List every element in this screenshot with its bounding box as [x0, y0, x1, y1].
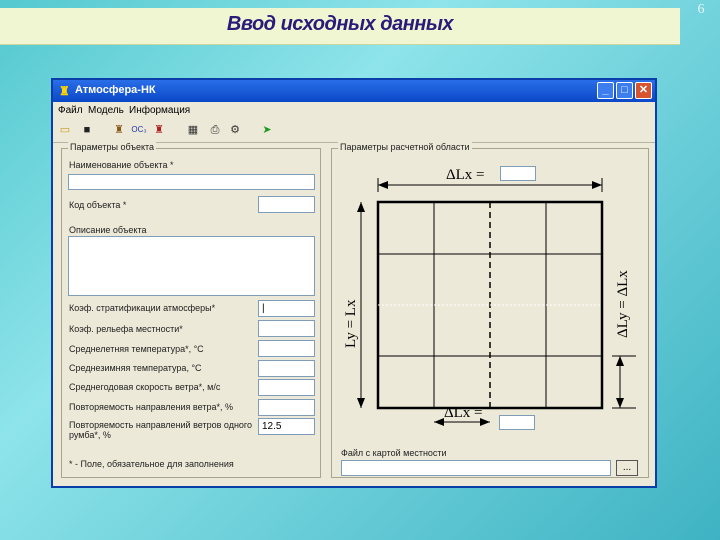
object-name-label: Наименование объекта * [69, 160, 174, 170]
wind-speed-field[interactable] [258, 379, 315, 396]
bottom-dx-field[interactable] [499, 415, 535, 430]
object-code-label: Код объекта * [69, 200, 127, 210]
required-note: * - Поле, обязательное для заполнения [69, 459, 234, 469]
factory-alt-icon[interactable]: ♜ [151, 122, 167, 138]
browse-button[interactable]: ... [616, 460, 638, 476]
window-title: Атмосфера-НК [75, 84, 156, 96]
window-titlebar[interactable]: ♜ Атмосфера-НК _ □ ✕ [53, 80, 655, 102]
menu-bar: Файл Модель Информация [53, 102, 655, 120]
stratification-field[interactable]: | [258, 300, 315, 317]
factory-icon[interactable]: ♜ [111, 122, 127, 138]
calculator-icon[interactable]: ▦ [185, 122, 201, 138]
winter-temp-field[interactable] [258, 360, 315, 377]
object-code-field[interactable] [258, 196, 315, 213]
object-name-field[interactable] [68, 174, 315, 190]
toolbar: ▭ ■ ♜ ОС₃ ♜ ▦ ⎙ ⚙ ➤ [53, 120, 655, 143]
minimize-button[interactable]: _ [597, 82, 614, 99]
close-button[interactable]: ✕ [635, 82, 652, 99]
menu-model[interactable]: Модель [88, 105, 124, 116]
right-dly-label: ΔLy = ΔLx [615, 270, 631, 338]
object-description-label: Описание объекта [69, 225, 147, 235]
relief-label: Коэф. рельефа местности* [69, 324, 183, 334]
open-folder-icon[interactable]: ▭ [57, 122, 73, 138]
map-file-field[interactable] [341, 460, 611, 476]
bottom-dx-label: ΔLx = [444, 405, 483, 421]
top-dx-label: ΔLx = [446, 167, 485, 183]
run-icon[interactable]: ➤ [259, 122, 275, 138]
summer-temp-label: Среднелетняя температура*, °С [69, 344, 204, 354]
app-window: ♜ Атмосфера-НК _ □ ✕ Файл Модель Информа… [51, 78, 657, 488]
slide-title: Ввод исходных данных [226, 13, 454, 35]
wind-direction-field[interactable] [258, 399, 315, 416]
print-icon[interactable]: ⎙ [207, 122, 223, 138]
rumb-repeat-field[interactable]: 12.5 [258, 418, 315, 435]
menu-info[interactable]: Информация [129, 105, 190, 116]
menu-file[interactable]: Файл [58, 105, 83, 116]
relief-field[interactable] [258, 320, 315, 337]
object-params-label: Параметры объекта [68, 142, 157, 152]
summer-temp-field[interactable] [258, 340, 315, 357]
gear-icon[interactable]: ⚙ [227, 122, 243, 138]
wind-speed-label: Среднегодовая скорость ветра*, м/с [69, 382, 221, 392]
wind-direction-label: Повторяемость направления ветра*, % [69, 402, 233, 412]
map-file-label: Файл с картой местности [341, 448, 447, 458]
stratification-label: Коэф. стратификации атмосферы* [69, 303, 216, 313]
top-dx-field[interactable] [500, 166, 536, 181]
calc-area-label: Параметры расчетной области [338, 142, 472, 152]
object-description-field[interactable] [68, 236, 315, 296]
app-icon: ♜ [59, 84, 70, 98]
winter-temp-label: Среднезимняя температура, °С [69, 363, 202, 373]
oc3-icon[interactable]: ОС₃ [129, 122, 149, 138]
maximize-button[interactable]: □ [616, 82, 633, 99]
calc-area-diagram: ΔLx = ΔLx = Ly = Lx ΔLy = ΔLx [343, 167, 636, 426]
rumb-repeat-label: Повторяемость направлений ветров одного … [69, 420, 253, 440]
left-ly-label: Ly = Lx [343, 299, 359, 348]
page-number: 6 [697, 2, 705, 17]
save-disk-icon[interactable]: ■ [79, 122, 95, 138]
